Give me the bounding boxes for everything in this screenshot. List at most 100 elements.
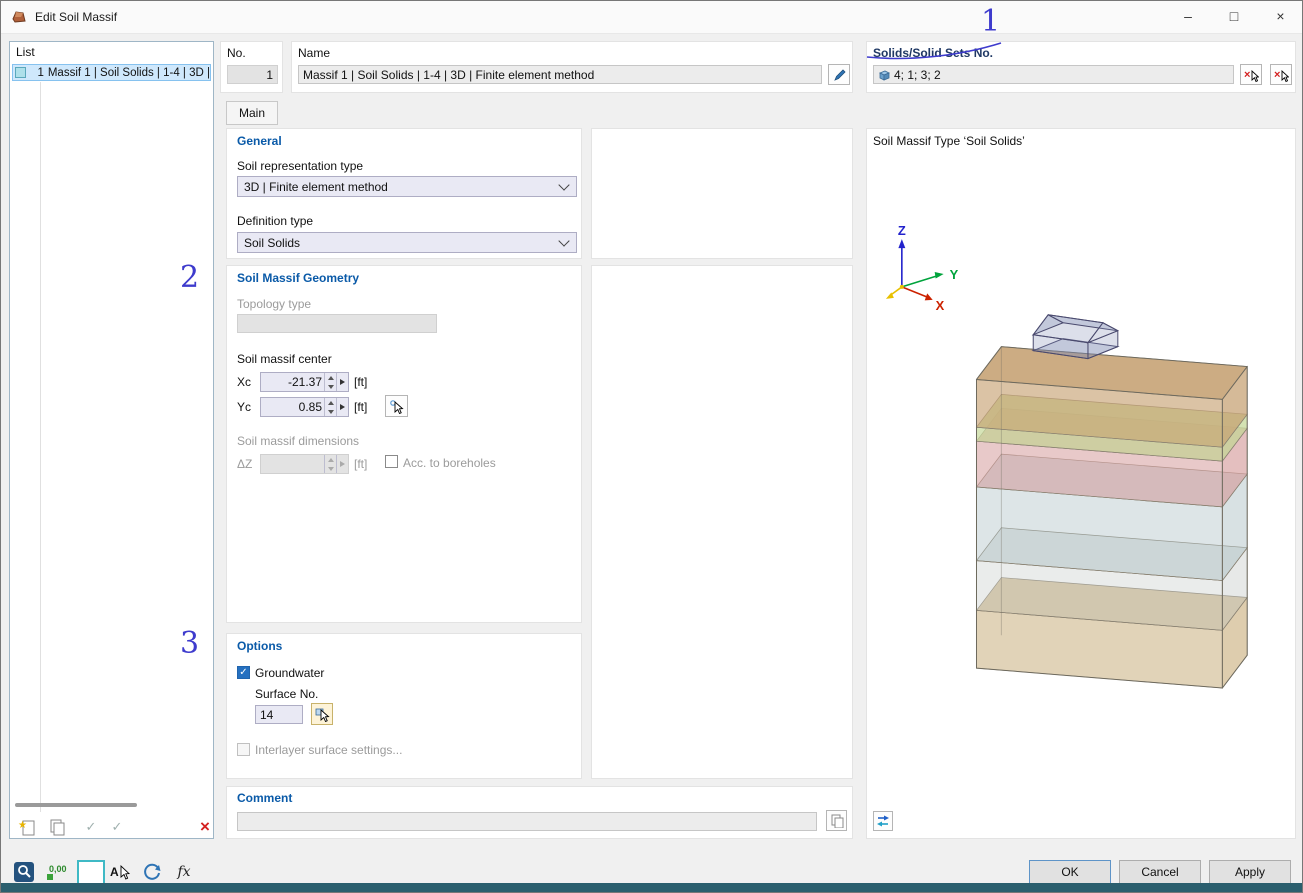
list-column-divider [40,82,41,812]
chevron-down-icon [558,178,570,191]
xc-field[interactable]: -21.37 [260,372,349,392]
annotation-2: 2 [180,260,200,295]
xc-label: Xc [237,375,252,389]
yc-value: 0.85 [298,400,322,414]
numbering-display-button[interactable]: A [107,859,133,885]
yc-detail-button[interactable] [336,398,348,416]
close-button[interactable]: × [1257,1,1302,32]
yc-spinner[interactable] [324,398,336,416]
fx-icon: fx [177,864,191,880]
dz-value [261,455,324,473]
window-title: Edit Soil Massif [35,10,118,24]
options-panel: Options ✓ Groundwater Surface No. 14 Int… [226,633,582,779]
remove-all-selection-button[interactable]: × [1270,64,1292,85]
copy-massif-button[interactable] [46,817,68,837]
spin-up-icon [327,400,334,405]
preview-panel: Soil Massif Type ‘Soil Solids’ Z Y X [866,128,1296,839]
soil-massif-center-label: Soil massif center [237,352,332,366]
yc-label: Yc [237,400,252,414]
preview-title: Soil Massif Type ‘Soil Solids’ [873,134,1025,148]
apply-check-button[interactable]: ✓ [80,817,102,837]
background-app-edge [1,883,1302,892]
pick-surface-button[interactable] [311,703,333,725]
acc-to-boreholes-checkbox[interactable] [385,455,398,468]
house-wireframe-icon [1031,314,1120,360]
app-icon [12,11,26,23]
name-label: Name [298,46,331,60]
ok-button[interactable]: OK [1029,860,1111,884]
list-title: List [16,45,35,59]
edit-name-button[interactable] [828,64,850,85]
copy-icon [50,819,65,836]
cursor-remove-icon: × [1244,69,1259,82]
surface-no-field[interactable]: 14 [255,705,303,724]
list-item-massif-1[interactable]: 1 Massif 1 | Soil Solids | 1-4 | 3D | [12,64,211,81]
minimize-button[interactable]: – [1165,1,1211,32]
apply-all-check-button[interactable]: ✓ [106,817,128,837]
general-panel: General Soil representation type 3D | Fi… [226,128,582,259]
tab-main[interactable]: Main [226,101,278,125]
solid-cube-icon [879,70,890,81]
magnifier-icon [14,862,34,882]
cursor-remove-all-icon: × [1274,69,1289,82]
no-field: 1 [227,65,278,84]
new-massif-button[interactable]: ★ [16,817,38,837]
svg-text:0,00: 0,00 [49,864,67,874]
interlayer-settings-checkbox [237,743,250,756]
groundwater-checkbox[interactable]: ✓ [237,666,250,679]
spin-up-icon [327,457,334,462]
solids-field[interactable]: 4; 1; 3; 2 [873,65,1234,84]
yc-unit: [ft] [354,400,368,414]
svg-text:★: ★ [18,820,27,831]
comment-field[interactable] [237,812,817,831]
xc-value: -21.37 [287,375,322,389]
list-item-number: 1 [37,66,44,79]
annotation-3: 3 [180,626,200,661]
definition-type-dropdown[interactable]: Soil Solids [237,232,577,253]
pick-center-button[interactable] [385,395,408,417]
dz-unit: [ft] [354,457,368,471]
apply-button[interactable]: Apply [1209,860,1291,884]
spin-down-icon [327,466,334,471]
dz-label: ΔZ [237,457,253,471]
delete-x-icon: × [200,817,210,836]
xc-spinner[interactable] [324,373,336,391]
comment-panel: Comment [226,786,853,839]
dz-spinner [324,455,336,473]
notes-icon [831,814,843,828]
default-view-button[interactable] [139,859,165,885]
xc-detail-button[interactable] [336,373,348,391]
swap-view-button[interactable] [873,811,893,831]
soil-representation-dropdown[interactable]: 3D | Finite element method [237,176,577,197]
axes-icon: Z Y X [885,223,959,313]
yc-field[interactable]: 0.85 [260,397,349,417]
soil-representation-label: Soil representation type [237,159,364,173]
swap-arrows-icon [877,815,889,827]
name-field[interactable]: Massif 1 | Soil Solids | 1-4 | 3D | Fini… [298,65,822,84]
comment-presets-button[interactable] [826,810,847,831]
acc-to-boreholes-label: Acc. to boreholes [403,456,496,470]
options-title: Options [237,639,283,653]
spin-down-icon [327,409,334,414]
pencil-icon [834,68,846,81]
xc-unit: [ft] [354,375,368,389]
numbering-icon: A [110,864,131,880]
empty-panel-bottom [591,265,853,779]
spin-up-icon [327,375,334,380]
axis-x-label: X [936,298,945,313]
check-icon: ✓ [85,819,97,834]
decimal-places-button[interactable]: 0,00 [45,859,71,885]
groundwater-label: Groundwater [255,666,325,680]
render-settings-button[interactable] [11,859,37,885]
soil-massif-3d-view[interactable]: Z Y X [867,129,1295,838]
list-horizontal-scrollbar[interactable] [15,803,137,807]
remove-selection-button[interactable]: × [1240,64,1262,85]
cancel-button[interactable]: Cancel [1119,860,1201,884]
delete-massif-button[interactable]: × [194,817,216,837]
rotate-arrows-icon [144,863,161,880]
decimal-places-icon: 0,00 [47,864,67,880]
maximize-button[interactable]: □ [1211,1,1257,32]
annotation-1: 1 [981,4,1001,39]
formula-button[interactable]: fx [171,859,197,885]
no-label: No. [227,46,246,60]
